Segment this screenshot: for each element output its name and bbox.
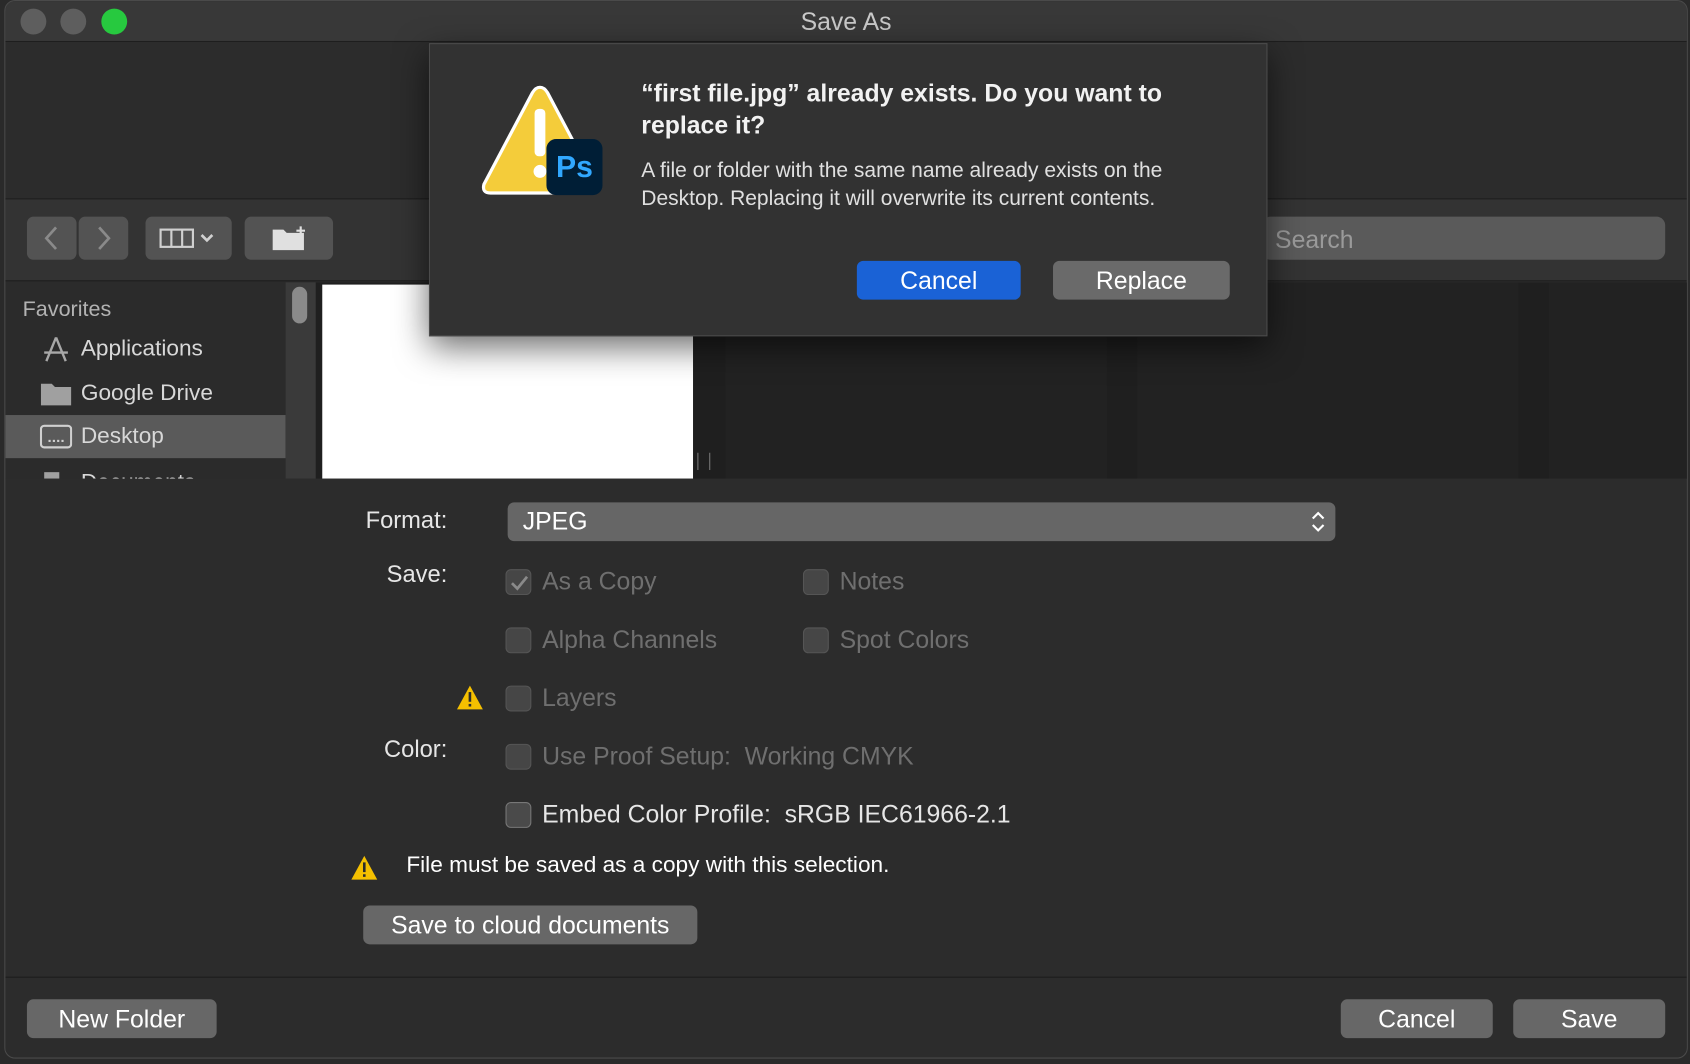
chevron-right-icon <box>98 226 111 250</box>
dialog-footer: New Folder Cancel Save <box>5 976 1687 1058</box>
alpha-channels-label: Alpha Channels <box>542 625 718 654</box>
sidebar-item-desktop[interactable]: Desktop <box>5 415 286 459</box>
cancel-button[interactable]: Cancel <box>1340 999 1493 1039</box>
desktop-icon <box>39 424 73 449</box>
alert-replace-button[interactable]: Replace <box>1053 260 1230 300</box>
folder-icon <box>40 383 72 406</box>
as-a-copy-checkbox[interactable] <box>505 569 532 596</box>
replace-alert: Ps “first file.jpg” already exists. Do y… <box>428 43 1268 337</box>
color-label: Color: <box>384 735 448 763</box>
use-proof-setup-label: Use Proof Setup: Working CMYK <box>542 741 914 770</box>
documents-icon <box>44 472 60 479</box>
alert-cancel-button[interactable]: Cancel <box>856 260 1021 300</box>
notes-checkbox[interactable] <box>802 569 829 596</box>
title-bar: Save As <box>5 1 1687 43</box>
save-button[interactable]: Save <box>1513 999 1666 1039</box>
notes-label: Notes <box>839 567 905 596</box>
embed-color-profile-checkbox[interactable] <box>505 802 532 828</box>
sidebar-item-applications[interactable]: Applications <box>5 328 285 371</box>
applications-icon <box>44 336 68 362</box>
format-select-value: JPEG <box>522 506 588 535</box>
sidebar-item-label: Applications <box>80 336 203 362</box>
alpha-channels-checkbox[interactable] <box>505 627 532 654</box>
save-warning-text: File must be saved as a copy with this s… <box>406 852 890 878</box>
alert-title: “first file.jpg” already exists. Do you … <box>641 78 1162 140</box>
alert-icon: Ps <box>480 85 609 197</box>
window-title: Save As <box>800 7 892 36</box>
browser-column[interactable] <box>1548 282 1687 479</box>
view-mode-button[interactable] <box>145 216 232 260</box>
forward-button[interactable] <box>78 216 129 260</box>
embed-color-profile-label: Embed Color Profile: sRGB IEC61966-2.1 <box>542 799 1011 828</box>
save-options: Format: JPEG Save: As a Copy Notes Alpha… <box>5 478 1687 977</box>
layers-checkbox[interactable] <box>505 685 532 712</box>
new-folder-toolbar-button[interactable] <box>244 216 334 260</box>
warning-icon <box>456 685 483 710</box>
select-arrows-icon <box>1311 511 1325 532</box>
search-field[interactable]: Search <box>1262 216 1666 260</box>
save-as-dialog: Save As Search Favorites Applications Go… <box>4 0 1688 1059</box>
sidebar-item-label: Documents <box>81 470 195 479</box>
use-proof-setup-checkbox[interactable] <box>505 743 532 770</box>
sidebar-item-google-drive[interactable]: Google Drive <box>5 372 285 415</box>
save-to-cloud-button[interactable]: Save to cloud documents <box>363 905 698 945</box>
new-folder-button[interactable]: New Folder <box>26 999 217 1039</box>
column-resize-handle[interactable] <box>697 452 711 471</box>
sidebar-item-label: Google Drive <box>80 380 213 406</box>
layers-label: Layers <box>542 683 617 712</box>
columns-view-icon <box>159 228 214 248</box>
spot-colors-label: Spot Colors <box>839 625 970 654</box>
format-select[interactable]: JPEG <box>507 502 1336 542</box>
scrollbar-thumb[interactable] <box>292 286 308 324</box>
sidebar-item-documents[interactable]: Documents <box>5 461 285 479</box>
checkmark-icon <box>511 575 529 591</box>
sidebar-item-label: Desktop <box>80 423 164 449</box>
save-label: Save: <box>386 560 448 588</box>
sidebar: Favorites Applications Google Drive Desk… <box>5 282 286 479</box>
spot-colors-checkbox[interactable] <box>802 627 829 654</box>
as-a-copy-label: As a Copy <box>542 567 657 596</box>
new-folder-icon <box>272 226 306 251</box>
warning-icon <box>351 855 378 880</box>
format-label: Format: <box>365 506 448 534</box>
photoshop-badge-icon: Ps <box>546 139 603 196</box>
sidebar-heading: Favorites <box>22 297 112 322</box>
back-button[interactable] <box>26 216 77 260</box>
chevron-left-icon <box>44 226 58 250</box>
sidebar-scrollbar[interactable] <box>285 282 316 479</box>
alert-message: A file or folder with the same name alre… <box>641 158 1163 211</box>
